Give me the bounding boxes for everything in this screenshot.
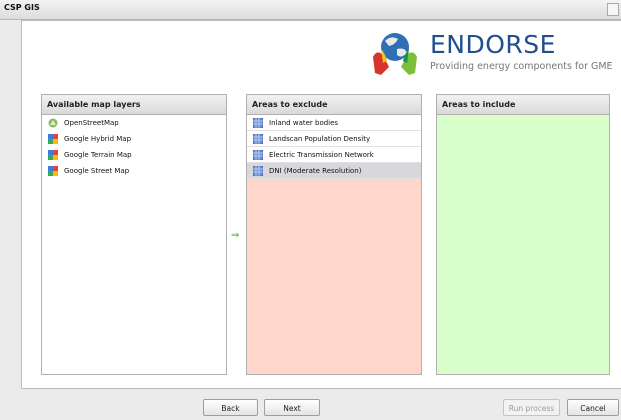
raster-layer-icon	[253, 166, 263, 176]
window-title: CSP GIS	[4, 3, 40, 12]
raster-layer-icon	[253, 118, 263, 128]
available-layers-header: Available map layers	[42, 95, 226, 115]
list-item[interactable]: OpenStreetMap	[42, 115, 226, 131]
move-right-arrow-icon[interactable]: ⇒	[231, 230, 239, 241]
list-item[interactable]: Inland water bodies	[247, 115, 421, 131]
list-item-label: Electric Transmission Network	[269, 151, 374, 159]
osm-icon	[48, 118, 58, 128]
list-item-label: Google Terrain Map	[64, 151, 132, 159]
run-process-button[interactable]: Run process	[503, 399, 560, 416]
include-areas-header: Areas to include	[437, 95, 609, 115]
list-item-label: Landscan Population Density	[269, 135, 371, 143]
google-maps-icon	[48, 166, 58, 176]
available-layers-panel: Available map layers OpenStreetMap Googl…	[41, 94, 227, 375]
exclude-areas-header: Areas to exclude	[247, 95, 421, 115]
include-areas-panel[interactable]: Areas to include	[436, 94, 610, 375]
title-bar: CSP GIS	[0, 0, 621, 20]
list-item-label: OpenStreetMap	[64, 119, 119, 127]
maximize-icon[interactable]	[607, 3, 619, 16]
list-item-label: Inland water bodies	[269, 119, 339, 127]
list-item-label: Google Hybrid Map	[64, 135, 132, 143]
list-item-selected[interactable]: DNI (Moderate Resolution)	[247, 163, 421, 179]
exclude-areas-panel: Areas to exclude Inland water bodies Lan…	[246, 94, 422, 375]
brand-name: ENDORSE	[430, 30, 556, 59]
google-maps-icon	[48, 134, 58, 144]
brand-tagline: Providing energy components for GME	[430, 61, 613, 72]
list-item[interactable]: Landscan Population Density	[247, 131, 421, 147]
google-maps-icon	[48, 150, 58, 160]
list-item[interactable]: Google Hybrid Map	[42, 131, 226, 147]
back-button[interactable]: Back	[203, 399, 258, 416]
list-item[interactable]: Electric Transmission Network	[247, 147, 421, 163]
raster-layer-icon	[253, 134, 263, 144]
cancel-button[interactable]: Cancel	[567, 399, 619, 416]
list-item[interactable]: Google Terrain Map	[42, 147, 226, 163]
endorse-logo-icon	[373, 33, 417, 75]
list-item[interactable]: Google Street Map	[42, 163, 226, 179]
raster-layer-icon	[253, 150, 263, 160]
list-item-label: Google Street Map	[64, 167, 130, 175]
next-button[interactable]: Next	[264, 399, 320, 416]
list-item-label: DNI (Moderate Resolution)	[269, 167, 362, 175]
